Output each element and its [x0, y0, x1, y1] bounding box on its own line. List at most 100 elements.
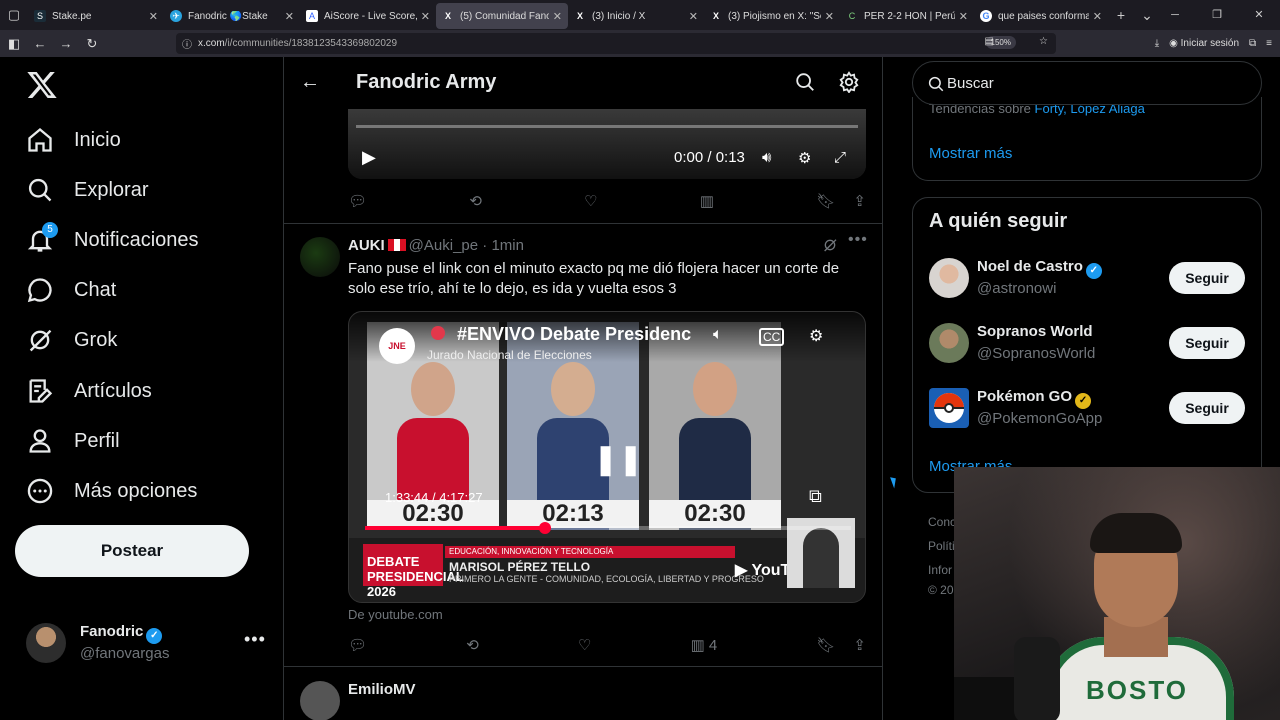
youtube-scrubber-knob[interactable] — [538, 522, 551, 534]
url-bar[interactable]: ⓘ x.com/i/communities/183812354336980202… — [176, 33, 1056, 54]
back-icon[interactable]: ← — [28, 36, 52, 51]
pause-icon[interactable]: ❚❚ — [593, 442, 643, 477]
tweet-author-name[interactable]: EmilioMV — [348, 681, 416, 698]
tab-piojismo[interactable]: X (3) Piojismo en X: "Señoras ✕ — [704, 3, 840, 29]
close-icon[interactable]: ✕ — [825, 10, 834, 23]
reader-view-icon[interactable]: ▤ — [985, 36, 994, 47]
sidebar-toggle-icon[interactable]: ◧ — [2, 36, 26, 52]
tab-aiscore[interactable]: A AiScore - Live Score, Footb ✕ — [300, 3, 436, 29]
avatar[interactable] — [300, 237, 340, 277]
share-icon[interactable]: ⇪ — [853, 192, 866, 210]
sidebar-item-mas-opciones[interactable]: Más opciones — [26, 471, 197, 511]
sidebar-item-inicio[interactable]: Inicio — [26, 120, 121, 160]
channel-logo[interactable]: JNE — [379, 328, 415, 364]
avatar[interactable] — [300, 681, 340, 720]
youtube-embed[interactable]: 02:30 02:13 02:30 JNE #ENVIVO Debate Pre… — [348, 311, 866, 603]
volume-icon[interactable]: 🔈︎ — [713, 326, 723, 344]
follow-suggestion[interactable]: Noel de Castro ✓ @astronowi Seguir — [929, 258, 1249, 302]
close-icon[interactable]: ✕ — [1093, 10, 1102, 23]
avatar[interactable] — [929, 323, 969, 363]
footer-link[interactable]: Políti — [928, 539, 955, 553]
tab-google-search[interactable]: G que paises conforman el pa ✕ — [974, 3, 1108, 29]
reply-icon[interactable]: 💬︎ — [348, 636, 367, 654]
like-icon[interactable]: ♡ — [578, 636, 591, 654]
bookmark-icon[interactable]: 🔖︎ — [816, 192, 835, 210]
sidebar-item-grok[interactable]: Grok — [26, 320, 117, 360]
close-window-icon[interactable]: ✕ — [1238, 0, 1280, 30]
close-icon[interactable]: ✕ — [959, 10, 968, 23]
sidebar-item-articulos[interactable]: Artículos — [26, 371, 152, 411]
close-icon[interactable]: ✕ — [553, 10, 562, 23]
footer-link[interactable]: Conc — [928, 515, 956, 529]
volume-icon[interactable]: 🔊︎ — [762, 149, 771, 166]
fullscreen-icon[interactable]: ⤢ — [834, 149, 846, 166]
star-icon[interactable]: ☆ — [1039, 36, 1048, 47]
back-arrow-icon[interactable]: ← — [300, 71, 320, 94]
download-icon[interactable]: ⤓ — [1155, 38, 1159, 49]
more-dots-icon[interactable]: ••• — [244, 629, 266, 650]
video-title[interactable]: #ENVIVO Debate Presidenc — [457, 324, 693, 345]
follow-button[interactable]: Seguir — [1169, 392, 1245, 424]
footer-link[interactable]: Infor — [928, 563, 952, 577]
more-dots-icon[interactable]: ••• — [848, 231, 868, 249]
suggestion-name[interactable]: Pokémon GO — [977, 388, 1072, 405]
like-icon[interactable]: ♡ — [584, 192, 597, 210]
sidebar-item-chat[interactable]: Chat — [26, 270, 116, 310]
new-tab-icon[interactable]: + — [1108, 7, 1134, 23]
video-player[interactable]: ▶ 0:00 / 0:13 🔊︎ ⚙ ⤢ — [348, 109, 866, 179]
follow-suggestion[interactable]: Pokémon GO ✓ @PokemonGoApp Seguir — [929, 388, 1249, 432]
avatar[interactable] — [929, 258, 969, 298]
suggestion-name[interactable]: Sopranos World — [977, 323, 1093, 340]
reload-icon[interactable]: ↻ — [80, 36, 104, 52]
tweet-author-handle[interactable]: @Auki_pe — [409, 237, 478, 254]
play-icon[interactable]: ▶ — [362, 147, 376, 168]
reply-icon[interactable]: 💬︎ — [348, 192, 367, 210]
tweet-time[interactable]: 1min — [491, 237, 524, 254]
account-switcher[interactable]: Fanodric ✓ @fanovargas ••• — [26, 623, 266, 667]
show-more-link[interactable]: Mostrar más — [929, 145, 1012, 162]
settings-icon[interactable]: ⚙ — [798, 149, 811, 167]
site-info-icon[interactable]: ⓘ — [182, 36, 192, 51]
grok-icon[interactable] — [822, 237, 838, 253]
tab-stake[interactable]: S Stake.pe ✕ — [28, 3, 164, 29]
post-button[interactable]: Postear — [15, 525, 249, 577]
close-icon[interactable]: ✕ — [689, 10, 698, 23]
close-icon[interactable]: ✕ — [149, 10, 158, 23]
follow-button[interactable]: Seguir — [1169, 327, 1245, 359]
captions-icon[interactable]: CC — [759, 328, 785, 346]
views-icon[interactable]: ▥ — [700, 192, 714, 210]
x-logo-icon[interactable] — [26, 69, 58, 101]
tab-inicio-x[interactable]: X (3) Inicio / X ✕ — [568, 3, 704, 29]
tweet-author-name[interactable]: AUKI — [348, 237, 385, 254]
gear-icon[interactable] — [838, 71, 860, 93]
follow-suggestion[interactable]: Sopranos World @SopranosWorld Seguir — [929, 323, 1249, 367]
close-icon[interactable]: ✕ — [421, 10, 430, 23]
suggestion-name[interactable]: Noel de Castro — [977, 258, 1083, 275]
menu-icon[interactable]: ≡ — [1266, 38, 1272, 49]
minimize-icon[interactable]: ─ — [1154, 0, 1196, 30]
youtube-progress-bar[interactable] — [365, 526, 851, 530]
miniplayer-icon[interactable]: ⧉ — [809, 486, 822, 507]
search-icon[interactable] — [794, 71, 816, 93]
tab-per-hon[interactable]: C PER 2-2 HON | Perú vs Hon ✕ — [840, 3, 974, 29]
signin-button[interactable]: ◉ Iniciar sesión — [1169, 38, 1239, 49]
link-source[interactable]: De youtube.com — [348, 607, 443, 622]
sidebar-item-notificaciones[interactable]: 5 Notificaciones — [26, 220, 199, 260]
tab-comunidad-fanodric[interactable]: X (5) Comunidad Fanodr ✕ — [436, 3, 568, 29]
channel-name[interactable]: Jurado Nacional de Elecciones — [427, 348, 592, 362]
video-progress-bar[interactable] — [356, 125, 858, 128]
retweet-icon[interactable]: ⟲ — [466, 636, 479, 654]
avatar[interactable] — [929, 388, 969, 428]
follow-button[interactable]: Seguir — [1169, 262, 1245, 294]
forward-icon[interactable]: → — [54, 36, 78, 51]
tab-fanodric-telegram[interactable]: ✈ Fanodric 🌎Stake ✕ — [164, 3, 300, 29]
retweet-icon[interactable]: ⟲ — [469, 192, 482, 210]
tab-overview-icon[interactable]: ▢ — [0, 0, 28, 30]
restore-icon[interactable]: ❐ — [1196, 0, 1238, 30]
settings-icon[interactable]: ⚙ — [809, 326, 823, 346]
sidebar-item-explorar[interactable]: Explorar — [26, 170, 148, 210]
search-input[interactable]: Buscar — [912, 61, 1262, 105]
views-button[interactable]: ▥ 4 — [691, 636, 718, 655]
sidebar-item-perfil[interactable]: Perfil — [26, 421, 120, 461]
share-icon[interactable]: ⇪ — [853, 636, 866, 654]
